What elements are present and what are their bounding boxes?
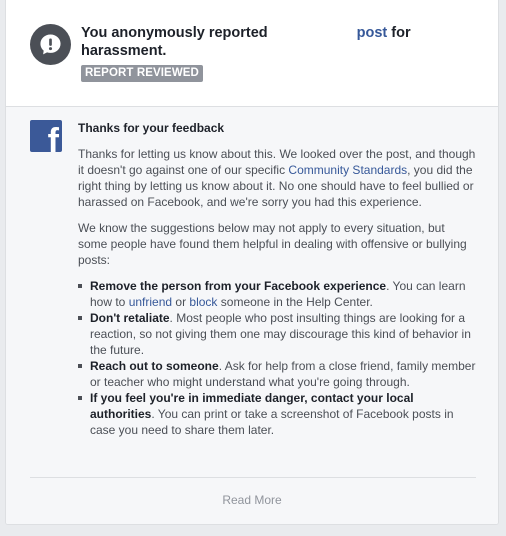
tip-item: Reach out to someone. Ask for help from … [78,358,476,390]
report-headline: You anonymously reported post for harassm… [81,24,426,60]
alert-bubble-icon [30,24,71,65]
tip-text: someone in the Help Center. [217,295,373,309]
tip-item: Don't retaliate. Most people who post in… [78,310,476,358]
headline-text: You anonymously reported [81,25,268,41]
report-notification-card: You anonymously reported post for harassm… [5,0,499,525]
tip-item: Remove the person from your Facebook exp… [78,278,476,310]
facebook-logo-icon: f [30,120,62,152]
feedback-paragraph-2: We know the suggestions below may not ap… [78,221,467,267]
block-link[interactable]: block [189,295,217,309]
read-more-link[interactable]: Read More [6,493,498,507]
tip-heading: Don't retaliate [90,311,170,325]
tip-heading: Reach out to someone [90,359,219,373]
tips-list: Remove the person from your Facebook exp… [78,278,476,438]
reported-post-link[interactable]: post [357,25,388,41]
tip-heading: Remove the person from your Facebook exp… [90,279,387,293]
feedback-panel: f Thanks for your feedback Thanks for le… [6,107,498,524]
feedback-title: Thanks for your feedback [78,121,225,135]
unfriend-link[interactable]: unfriend [129,295,172,309]
feedback-paragraph-1: Thanks for letting us know about this. W… [78,146,476,210]
feedback-content: Thanks for your feedback Thanks for lett… [78,121,476,438]
divider [30,477,476,478]
status-badge: REPORT REVIEWED [81,65,203,82]
tip-item: If you feel you're in immediate danger, … [78,390,476,438]
community-standards-link[interactable]: Community Standards [288,163,407,177]
report-header: You anonymously reported post for harassm… [6,0,498,107]
tip-text: or [172,295,190,309]
